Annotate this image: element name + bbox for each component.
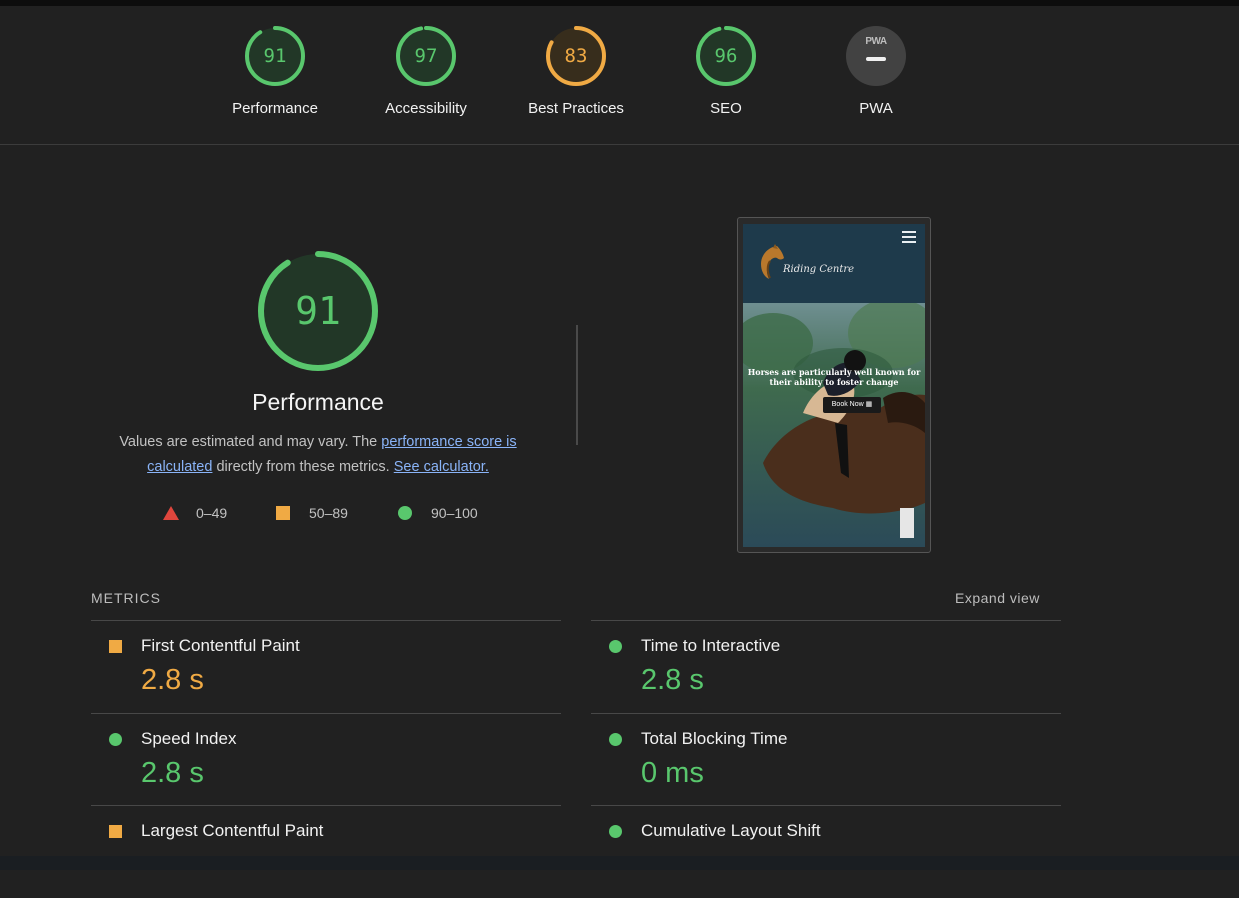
average-square-icon xyxy=(109,640,122,653)
gauge-score: 83 xyxy=(564,45,588,67)
legend-range: 0–49 xyxy=(196,505,228,521)
metric-cumulative-layout-shift: Cumulative Layout Shift xyxy=(591,805,1061,898)
horse-logo-icon xyxy=(761,244,784,279)
site-navbar: Riding Centre xyxy=(743,224,925,303)
metric-total-blocking-time: Total Blocking Time 0 ms xyxy=(591,713,1061,806)
gauge-label: PWA xyxy=(859,100,893,117)
metric-name: Total Blocking Time xyxy=(641,729,788,748)
metric-name: Cumulative Layout Shift xyxy=(641,821,821,840)
screenshot-screen: Riding Centre Horses are particularly we… xyxy=(743,224,925,547)
description-text: Values are estimated and may vary. The xyxy=(119,434,382,450)
metric-value: 0 ms xyxy=(641,757,704,789)
metrics-heading: METRICS xyxy=(91,590,161,606)
gauge-label: Best Practices xyxy=(528,100,624,117)
description-text: directly from these metrics. xyxy=(212,459,394,475)
gauge-label: Performance xyxy=(232,100,318,117)
metric-name: First Contentful Paint xyxy=(141,636,300,655)
category-gauges: 91 Performance 97 Accessibility 83 Best … xyxy=(0,6,1239,145)
pass-circle-icon xyxy=(398,506,412,520)
average-square-icon xyxy=(276,506,290,520)
site-logo-text: Riding Centre xyxy=(783,264,855,275)
metric-name: Time to Interactive xyxy=(641,636,781,655)
gauge-seo[interactable]: 96 SEO xyxy=(651,24,801,117)
gauge-best-practices[interactable]: 83 Best Practices xyxy=(501,24,651,117)
metric-name: Largest Contentful Paint xyxy=(141,821,324,840)
gauge-ring: PWA xyxy=(844,24,908,88)
gauge-performance[interactable]: 91 Performance xyxy=(200,24,350,117)
performance-title: Performance xyxy=(252,389,384,415)
metric-value: 2.8 s xyxy=(141,757,204,789)
gauge-score: 97 xyxy=(414,45,438,67)
performance-description: Values are estimated and may vary. The p… xyxy=(98,430,538,480)
metric-value: 2.8 s xyxy=(141,664,204,696)
final-screenshot[interactable]: Riding Centre Horses are particularly we… xyxy=(737,217,931,553)
gauge-ring: 97 xyxy=(394,24,458,88)
see-calculator-link[interactable]: See calculator. xyxy=(394,459,489,475)
metric-first-contentful-paint: First Contentful Paint 2.8 s xyxy=(91,620,561,713)
performance-main-gauge: 91 xyxy=(255,248,381,374)
pass-circle-icon xyxy=(109,733,122,746)
metric-name: Speed Index xyxy=(141,729,237,748)
vertical-divider xyxy=(576,325,578,445)
legend-range: 50–89 xyxy=(309,505,348,521)
average-square-icon xyxy=(109,825,122,838)
pass-circle-icon xyxy=(609,733,622,746)
hero-rider-image xyxy=(743,303,925,547)
metric-value: 2.8 s xyxy=(641,664,704,696)
metric-largest-contentful-paint: Largest Contentful Paint xyxy=(91,805,561,898)
gauge-ring: 83 xyxy=(544,24,608,88)
hamburger-menu-icon xyxy=(902,231,916,243)
performance-main-score: 91 xyxy=(295,289,341,333)
gauge-accessibility[interactable]: 97 Accessibility xyxy=(351,24,501,117)
gauge-pwa[interactable]: PWA PWA xyxy=(801,24,951,117)
pwa-badge-icon: PWA xyxy=(846,26,906,86)
metric-time-to-interactive: Time to Interactive 2.8 s xyxy=(591,620,1061,713)
bottom-edge-bar xyxy=(0,856,1239,870)
book-now-button: Book Now ▦ xyxy=(823,397,881,413)
pass-circle-icon xyxy=(609,640,622,653)
pass-circle-icon xyxy=(609,825,622,838)
expand-view-toggle[interactable]: Expand view xyxy=(955,590,1040,606)
fail-triangle-icon xyxy=(163,506,179,520)
pwa-badge-text: PWA xyxy=(865,36,887,47)
gauge-score: 91 xyxy=(263,45,287,67)
legend-range: 90–100 xyxy=(431,505,478,521)
gauge-ring: 96 xyxy=(694,24,758,88)
metric-speed-index: Speed Index 2.8 s xyxy=(91,713,561,806)
gauge-label: SEO xyxy=(710,100,742,117)
gauge-label: Accessibility xyxy=(385,100,467,117)
gauge-score: 96 xyxy=(714,45,738,67)
hero-caption: Horses are particularly well known for t… xyxy=(747,367,921,387)
gauge-ring: 91 xyxy=(243,24,307,88)
pwa-dash-icon xyxy=(866,57,886,61)
